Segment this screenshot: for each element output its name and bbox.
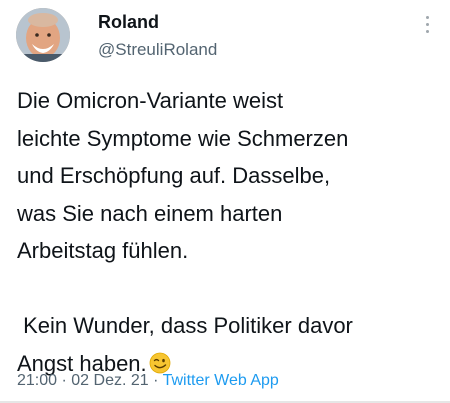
tweet-source-link[interactable]: Twitter Web App [163,372,279,389]
tweet-text-line: Arbeitstag fühlen. [17,238,189,263]
tweet-metadata: 21:00 · 02 Dez. 21 · Twitter Web App [17,372,279,390]
meta-separator: · [61,372,67,389]
meta-separator: · [153,372,159,389]
author-name[interactable]: Roland [98,12,159,33]
author-handle[interactable]: @StreuliRoland [98,40,217,60]
tweet-text-line: Die Omicron-Variante weist [17,88,284,113]
tweet-text: Die Omicron-Variante weist leichte Sympt… [17,82,442,382]
tweet-text-line: und Erschöpfung auf. Dasselbe, [17,163,331,188]
winking-face-emoji-icon [149,352,171,373]
tweet-card: Roland @StreuliRoland Die Omicron-Varian… [0,0,450,403]
tweet-text-line: Kein Wunder, dass Politiker davor [17,313,353,338]
tweet-time[interactable]: 21:00 [17,372,57,389]
tweet-text-line: was Sie nach einem harten [17,200,283,226]
more-options-icon[interactable] [422,16,432,46]
avatar-photo [16,8,70,62]
tweet-date[interactable]: 02 Dez. 21 [71,372,148,389]
avatar[interactable] [16,8,70,62]
tweet-text-line: leichte Symptome wie Schmerzen [17,125,349,151]
